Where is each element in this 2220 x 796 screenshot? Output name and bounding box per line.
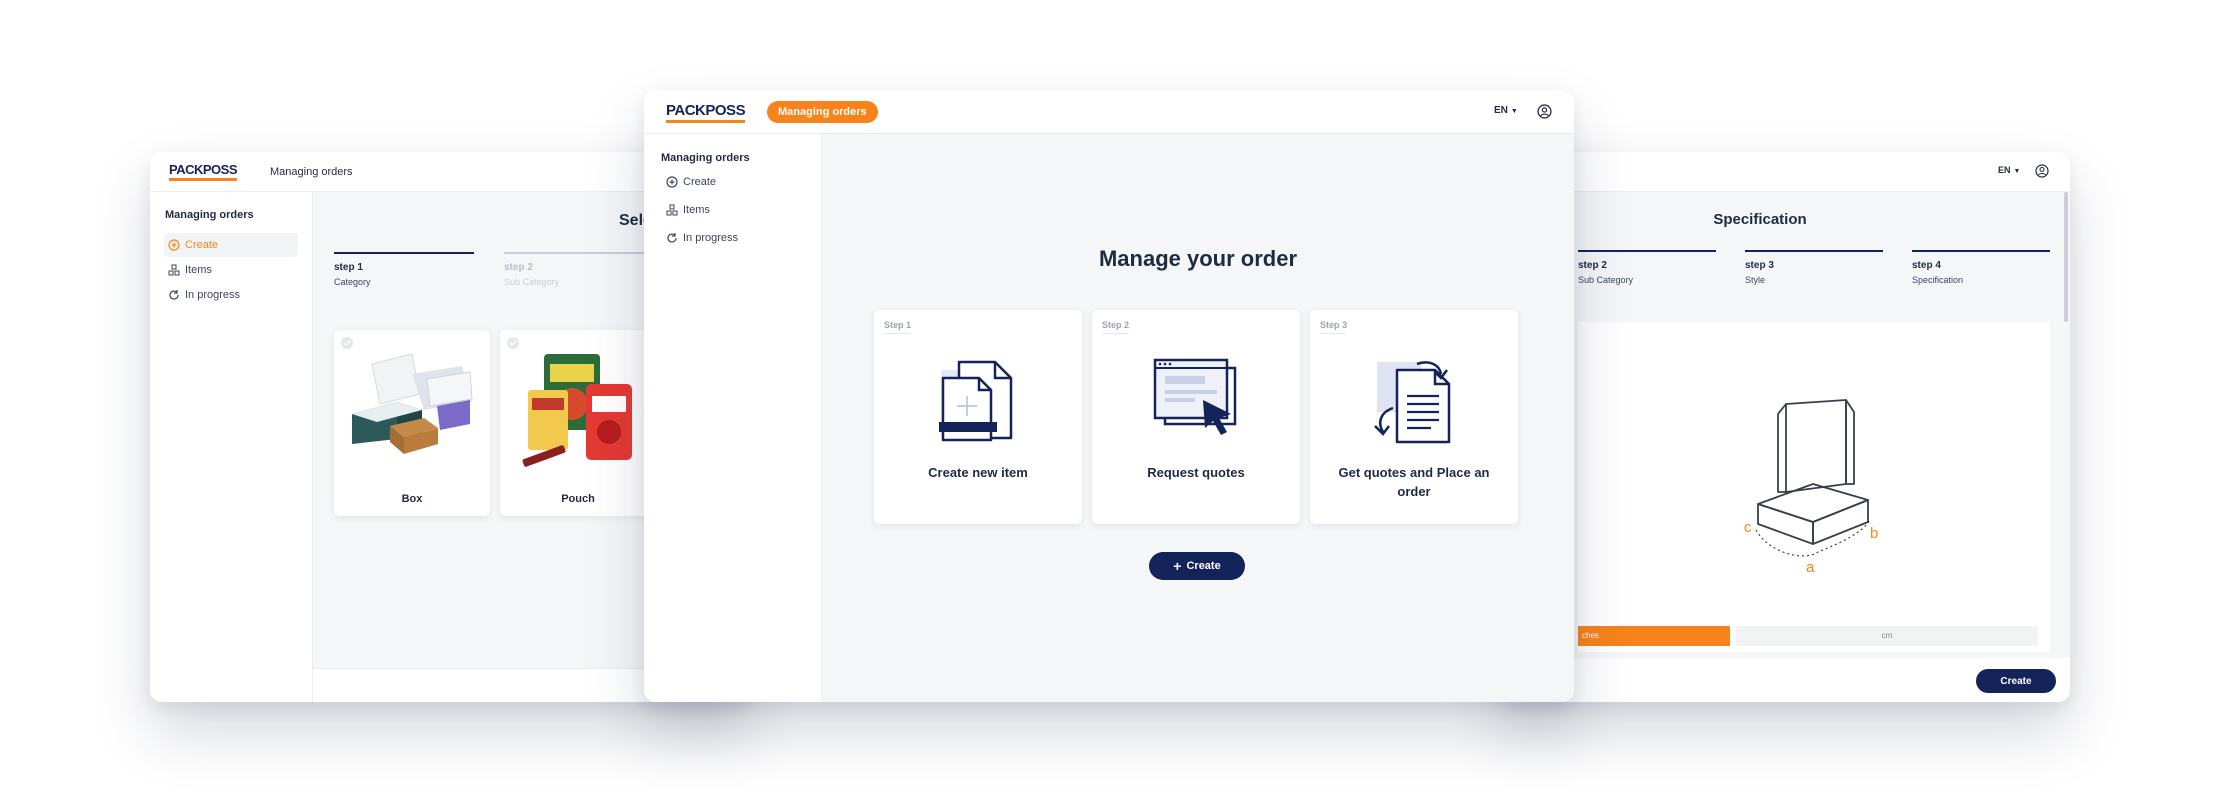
box-dimension-diagram: a b c — [1744, 399, 1878, 576]
language-label: EN — [1494, 105, 1508, 116]
step-1[interactable]: step 1 Category — [334, 252, 474, 287]
user-account-icon[interactable] — [2035, 164, 2049, 178]
step-title: step 4 — [1912, 260, 1941, 271]
dimension-a-label: a — [1806, 559, 1815, 576]
sidebar-item-create[interactable]: Create — [666, 176, 716, 188]
dimension-b-label: b — [1870, 525, 1878, 542]
step-label: Step 2 — [1102, 320, 1130, 330]
sidebar-title: Managing orders — [661, 152, 750, 164]
center-header: PACKPOSS Managing orders EN ▼ — [644, 90, 1574, 134]
language-selector[interactable]: EN ▼ — [1998, 165, 2020, 175]
right-app-window: EN ▼ Specification step 2 Sub Category st… — [1500, 152, 2070, 702]
dimension-c-label: c — [1744, 519, 1752, 536]
step-label: Step 3 — [1320, 320, 1348, 330]
create-button[interactable]: + Create — [1149, 552, 1245, 580]
scrollbar-thumb[interactable] — [2064, 192, 2068, 322]
right-footer-bar: Create — [1500, 658, 2070, 702]
unit-toggle-cm[interactable]: cm — [1736, 626, 2038, 646]
sidebar-item-label: Create — [683, 176, 717, 188]
spec-panel: a b c ches cm — [1578, 322, 2050, 652]
card-title: Request quotes — [1147, 465, 1245, 480]
card-title: Create new item — [928, 465, 1028, 480]
step-underline — [884, 333, 910, 334]
step-card-create-new-item[interactable]: Step 1 Create new item — [874, 310, 1082, 524]
document-exchange-icon — [1374, 361, 1451, 444]
caret-down-icon: ▼ — [2013, 168, 2021, 175]
packposs-logo[interactable]: PACKPOSS — [666, 102, 746, 123]
category-label: Pouch — [561, 493, 595, 505]
left-sidebar: Managing orders Create Items In progress — [150, 192, 313, 702]
boxes-icon — [666, 204, 678, 216]
step-subtitle: Sub Category — [1578, 275, 1634, 285]
step-underline — [1102, 333, 1128, 334]
step-card-request-quotes[interactable]: Step 2 Request quotes — [1092, 310, 1300, 524]
step-title: step 2 — [504, 262, 533, 273]
step-subtitle: Category — [334, 277, 371, 287]
center-app-window: PACKPOSS Managing orders EN ▼ Managing or… — [644, 90, 1574, 702]
step-subtitle: Specification — [1912, 275, 1964, 285]
specification-title: Specification — [1713, 211, 1807, 228]
step-title: step 3 — [1745, 260, 1774, 271]
sidebar-item-items[interactable]: Items — [666, 204, 710, 216]
plus-icon: + — [1173, 558, 1182, 574]
refresh-icon — [667, 233, 677, 243]
sidebar-item-label: In progress — [683, 232, 739, 244]
spec-step-3[interactable]: step 3 Style — [1745, 250, 1883, 285]
card-title: Get quotes and Place an order — [1310, 463, 1518, 501]
plus-circle-icon — [666, 176, 678, 188]
category-card-pouch[interactable]: Pouch — [500, 330, 656, 516]
page-heading: Manage your order — [1098, 246, 1298, 271]
step-subtitle: Style — [1745, 275, 1766, 285]
boxes-icon — [168, 264, 180, 276]
step-card-get-quotes[interactable]: Step 3 Get quotes and Place an order — [1310, 310, 1518, 524]
step-underline — [1320, 333, 1346, 334]
spec-create-button[interactable]: Create — [1976, 669, 2056, 693]
right-main: Specification step 2 Sub Category step 3… — [1500, 192, 2070, 702]
sidebar-item-label: Create — [185, 239, 219, 251]
unit-toggle-inches[interactable]: ches — [1578, 626, 1730, 646]
user-account-icon[interactable] — [1537, 104, 1552, 119]
language-label: EN — [1998, 165, 2011, 175]
step-title: step 1 — [334, 262, 363, 273]
language-selector[interactable]: EN ▼ — [1494, 105, 1518, 116]
step-subtitle: Sub Category — [504, 277, 560, 287]
create-button-label: Create — [1186, 560, 1221, 572]
card-title-line2: order — [1397, 484, 1431, 499]
box-product-image — [352, 353, 473, 454]
sidebar-item-label: In progress — [185, 289, 241, 301]
pouch-product-image — [522, 354, 632, 467]
document-copy-icon — [939, 360, 1013, 442]
sidebar-item-create[interactable]: Create — [164, 233, 298, 257]
sidebar-title: Managing orders — [165, 209, 254, 221]
step-2[interactable]: step 2 Sub Category — [504, 252, 644, 287]
managing-orders-pill[interactable]: Managing orders — [767, 101, 878, 123]
center-main: Manage your order Step 1 Create new item… — [822, 134, 1574, 702]
sidebar-item-in-progress[interactable]: In progress — [168, 289, 240, 301]
step-title: step 2 — [1578, 260, 1607, 271]
sidebar-item-label: Items — [185, 264, 212, 276]
card-title-line1: Get quotes and Place an — [1338, 465, 1490, 480]
refresh-icon — [169, 290, 179, 300]
sidebar-item-label: Items — [683, 204, 710, 216]
category-card-box[interactable]: Box — [334, 330, 490, 516]
sidebar-item-in-progress[interactable]: In progress — [666, 232, 738, 244]
step-label: Step 1 — [884, 320, 912, 330]
category-label: Box — [401, 493, 423, 505]
plus-circle-icon — [168, 239, 180, 251]
header-managing-orders[interactable]: Managing orders — [270, 166, 353, 178]
browser-cursor-icon — [1153, 358, 1237, 435]
spec-step-4[interactable]: step 4 Specification — [1912, 250, 2050, 285]
caret-down-icon: ▼ — [1510, 108, 1518, 115]
right-header: EN ▼ — [1500, 152, 2070, 192]
packposs-logo[interactable]: PACKPOSS — [169, 162, 238, 181]
center-sidebar: Managing orders Create Items In progress — [644, 134, 822, 702]
sidebar-item-items[interactable]: Items — [168, 264, 212, 276]
spec-step-2[interactable]: step 2 Sub Category — [1578, 250, 1716, 285]
